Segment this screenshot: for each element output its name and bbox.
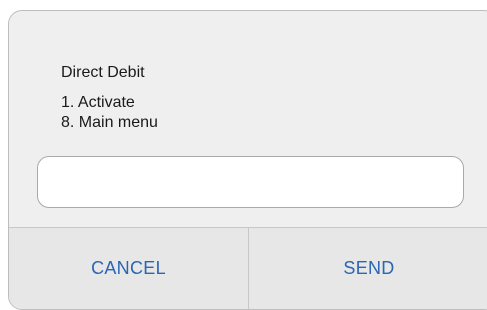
reply-input[interactable] xyxy=(37,156,464,208)
dialog-title: Direct Debit xyxy=(61,64,145,81)
menu-option-activate: 1. Activate xyxy=(61,94,135,111)
dialog-actions: CANCEL SEND xyxy=(9,227,487,309)
send-button[interactable]: SEND xyxy=(249,228,487,309)
dialog-message: Direct Debit 1. Activate 8. Main menu xyxy=(61,63,158,133)
menu-option-main-menu: 8. Main menu xyxy=(61,114,158,131)
cancel-button[interactable]: CANCEL xyxy=(9,228,249,309)
ussd-dialog: Direct Debit 1. Activate 8. Main menu CA… xyxy=(8,10,487,310)
